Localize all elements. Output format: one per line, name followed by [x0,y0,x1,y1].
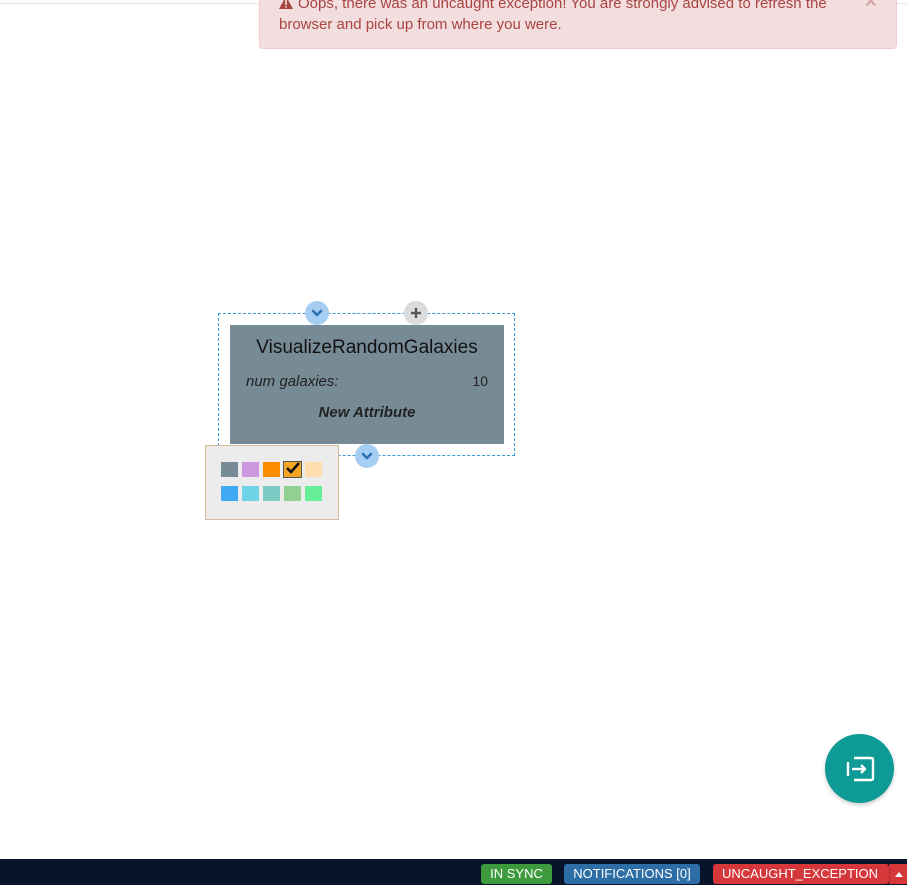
attribute-value[interactable]: 10 [472,373,488,389]
sync-status-badge[interactable]: IN SYNC [481,864,552,884]
color-swatch[interactable] [305,486,322,501]
close-icon[interactable]: × [865,0,877,12]
expand-pointer-button[interactable] [305,301,329,325]
status-bar: IN SYNC NOTIFICATIONS [0] UNCAUGHT_EXCEP… [0,859,907,885]
check-icon [286,462,300,474]
collapse-button[interactable] [355,444,379,468]
node-card[interactable]: VisualizeRandomGalaxies num galaxies: 10… [230,325,504,444]
color-swatch[interactable] [305,462,322,477]
color-swatch[interactable] [284,486,301,501]
caret-up-icon[interactable] [889,864,907,884]
chevron-down-icon [311,309,323,317]
add-button[interactable] [404,301,428,325]
warning-icon [279,0,293,9]
plus-icon [411,308,421,318]
color-picker [205,445,339,520]
color-swatch[interactable] [263,486,280,501]
notifications-badge[interactable]: NOTIFICATIONS [0] [564,864,700,884]
color-swatch[interactable] [221,462,238,477]
exit-icon [846,756,874,781]
exception-alert: Oops, there was an uncaught exception! Y… [259,0,897,49]
color-swatch[interactable] [263,462,280,477]
color-swatch[interactable] [242,462,259,477]
attribute-name: num galaxies: [246,373,339,390]
exit-button[interactable] [825,734,894,803]
alert-message: Oops, there was an uncaught exception! Y… [279,0,827,33]
color-swatch[interactable] [221,486,238,501]
chevron-down-icon [361,452,373,460]
new-attribute-button[interactable]: New Attribute [230,404,504,421]
node-title: VisualizeRandomGalaxies [256,337,478,358]
error-status-badge[interactable]: UNCAUGHT_EXCEPTION [713,864,889,884]
color-swatch[interactable] [283,461,302,478]
color-swatch[interactable] [242,486,259,501]
